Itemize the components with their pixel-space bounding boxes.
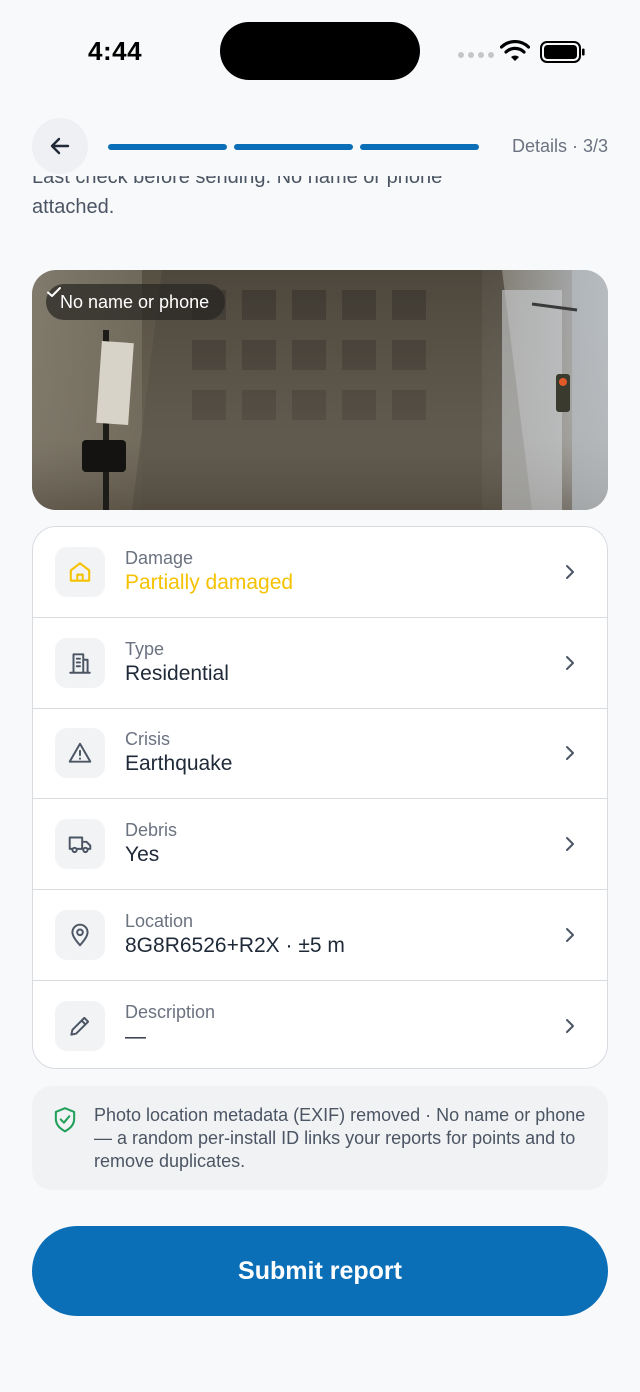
building-icon — [55, 637, 105, 688]
chevron-right-icon — [566, 655, 574, 670]
step-progress-bar — [108, 144, 479, 150]
chevron-right-icon — [566, 746, 574, 761]
step-label: Details · 3/3 — [511, 136, 608, 156]
warning-icon — [55, 728, 105, 779]
intro-line-1: Last check before sending. No name or ph… — [32, 176, 443, 188]
back-button[interactable] — [32, 118, 88, 174]
wifi-icon — [500, 40, 530, 61]
privacy-notice-text: Photo location metadata (EXIF) removed ·… — [94, 1105, 586, 1171]
field-label: Type — [125, 638, 165, 659]
status-time: 4:44 — [88, 36, 143, 66]
field-label: Crisis — [125, 729, 170, 750]
field-value: 8G8R6526+R2X · ±5 m — [125, 934, 345, 958]
field-value: Yes — [125, 843, 160, 867]
field-label: Location — [125, 911, 194, 932]
field-label: Description — [125, 1002, 216, 1023]
check-icon — [47, 287, 61, 297]
intro-line-2: attached. — [32, 196, 115, 218]
field-value: Residential — [125, 661, 229, 685]
privacy-badge: No name or phone — [46, 284, 226, 320]
arrow-left-icon — [50, 137, 70, 155]
pencil-icon — [55, 1001, 105, 1052]
chevron-right-icon — [566, 837, 574, 852]
cellular-signal-icon — [458, 52, 494, 58]
truck-icon — [55, 819, 105, 870]
shield-check-icon — [54, 1107, 76, 1133]
progress-segment — [108, 144, 227, 150]
field-label: Damage — [125, 547, 194, 568]
progress-segment — [360, 144, 479, 150]
status-bar: 4:44 — [0, 0, 640, 100]
field-value: Earthquake — [125, 752, 233, 776]
battery-icon — [540, 41, 585, 63]
privacy-notice: Photo location metadata (EXIF) removed ·… — [32, 1086, 608, 1190]
dynamic-island — [220, 22, 420, 80]
report-photo[interactable]: No name or phone — [32, 270, 608, 510]
intro-text: Last check before sending. No name or ph… — [32, 176, 552, 232]
field-row-damage[interactable]: Damage Partially damaged — [33, 527, 607, 618]
field-row-location[interactable]: Location 8G8R6526+R2X · ±5 m — [33, 890, 607, 981]
field-row-crisis[interactable]: Crisis Earthquake — [33, 709, 607, 800]
chevron-right-icon — [566, 564, 574, 579]
pin-icon — [55, 910, 105, 961]
chevron-right-icon — [566, 1019, 574, 1034]
chevron-right-icon — [566, 928, 574, 943]
submit-report-button[interactable]: Submit report — [32, 1226, 608, 1316]
privacy-badge-label: No name or phone — [60, 291, 210, 312]
field-label: Debris — [125, 820, 178, 841]
report-details-list: Damage Partially damaged Type Residentia… — [32, 526, 608, 1069]
field-value: Partially damaged — [125, 570, 294, 594]
field-value: — — [125, 1025, 146, 1049]
progress-segment — [234, 144, 353, 150]
field-row-debris[interactable]: Debris Yes — [33, 799, 607, 891]
home-icon — [55, 546, 105, 597]
field-row-description[interactable]: Description — — [33, 981, 607, 1068]
field-row-type[interactable]: Type Residential — [33, 618, 607, 709]
